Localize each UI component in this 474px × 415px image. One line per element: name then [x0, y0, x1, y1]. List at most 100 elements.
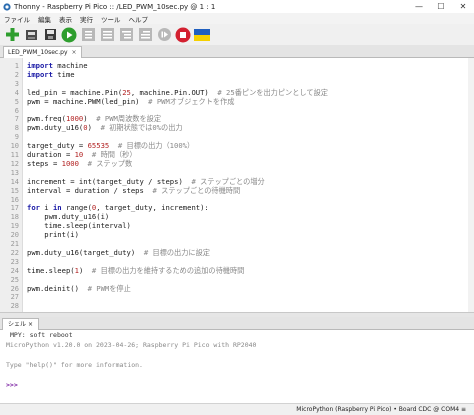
line-number: 5	[14, 97, 19, 106]
code-text: , machine.Pin.OUT)	[130, 87, 218, 97]
code-text: led_pin = machine.Pin(	[27, 87, 123, 97]
code-line[interactable]: pwm = machine.PWM(led_pin) # PWMオブジェクトを作…	[27, 96, 235, 107]
step-out-button[interactable]	[137, 27, 153, 43]
shell-output-line	[0, 350, 474, 360]
step-into-button[interactable]	[118, 27, 134, 43]
code-comment: # PWMオブジェクトを作成	[148, 96, 235, 106]
ukraine-flag-icon	[194, 28, 210, 41]
shell-console[interactable]: MPY: soft reboot MicroPython v1.20.0 on 2…	[0, 330, 474, 403]
support-ukraine-button[interactable]	[194, 27, 210, 43]
line-number: 11	[10, 151, 19, 159]
code-comment: # PWM周波数を設定	[96, 114, 162, 124]
menu-view[interactable]: 表示	[55, 14, 76, 24]
menu-run[interactable]: 実行	[76, 14, 97, 24]
code-text: i	[39, 203, 53, 213]
code-line[interactable]: steps = 1000 # ステップ数	[27, 158, 132, 169]
code-text: time.sleep(interval)	[27, 221, 131, 231]
code-text: pwm.duty_u16(	[27, 123, 84, 133]
save-file-button[interactable]	[42, 27, 58, 43]
run-button[interactable]	[61, 27, 77, 43]
status-bar: MicroPython (Raspberry Pi Pico) • Board …	[0, 403, 474, 415]
code-line[interactable]: interval = duration / steps # ステップごとの待機時…	[27, 185, 240, 196]
line-number: 28	[10, 302, 19, 311]
step-over-button[interactable]	[99, 27, 115, 43]
editor-tab-led-pwm[interactable]: LED_PWM_10sec.py ×	[3, 46, 82, 58]
code-line[interactable]: time.sleep(1) # 目標の出力を維持するための追加の待機時間	[27, 265, 245, 276]
minimize-button[interactable]: —	[408, 0, 430, 13]
line-number: 18	[10, 213, 19, 222]
menu-help[interactable]: ヘルプ	[125, 14, 153, 24]
close-window-button[interactable]: ✕	[452, 0, 474, 13]
code-text: steps =	[27, 158, 62, 168]
line-number: 9	[14, 133, 19, 142]
maximize-button[interactable]: ☐	[430, 0, 452, 13]
toolbar	[0, 24, 474, 45]
menu-tools[interactable]: ツール	[97, 14, 125, 24]
code-comment: # 時間（秒）	[91, 150, 137, 159]
line-number: 8	[14, 124, 19, 133]
line-number-gutter: 1 2 3 4 5 6 7 8 9 10 11 12 13 14 15 16 17 18 19 20 21 22 23 24 2…	[0, 58, 23, 312]
code-number: 1000	[61, 158, 79, 168]
save-icon	[44, 29, 56, 40]
stop-button[interactable]	[175, 27, 191, 43]
open-folder-icon	[25, 30, 37, 40]
shell-output-line	[0, 370, 474, 380]
code-editor[interactable]: 1 2 3 4 5 6 7 8 9 10 11 12 13 14 15 16 17 18 19 20 21 22 23 24 2…	[0, 58, 474, 312]
code-text: time	[52, 69, 75, 79]
code-line[interactable]: pwm.duty_u16(target_duty) # 目標の出力に設定	[27, 247, 210, 258]
code-text: print(i)	[27, 230, 79, 240]
line-number: 22	[10, 248, 19, 257]
code-text: machine	[52, 61, 88, 70]
step-into-icon	[119, 28, 133, 41]
line-number: 17	[10, 204, 19, 213]
code-keyword: for	[27, 203, 40, 213]
debug-button[interactable]	[80, 27, 96, 43]
menu-file[interactable]: ファイル	[0, 14, 34, 24]
line-number: 1	[14, 62, 19, 70]
line-number: 3	[14, 79, 19, 88]
code-line[interactable]: import time	[27, 69, 75, 80]
code-number: 65535	[87, 141, 110, 151]
code-comment: # PWMを停止	[87, 283, 131, 293]
editor-scrollbar[interactable]	[468, 58, 474, 312]
resume-button[interactable]	[156, 27, 172, 43]
code-text: )	[83, 114, 97, 124]
code-comment: # 目標の出力に設定	[143, 247, 210, 257]
close-shell-tab-icon[interactable]: ×	[28, 321, 33, 328]
window-title: Thonny - Raspberry Pi Pico :: /LED_PWM_1…	[14, 2, 216, 11]
code-keyword: import	[27, 61, 53, 70]
code-line[interactable]: pwm.duty_u16(0) # 初期状態では0%の出力	[27, 123, 183, 133]
new-file-button[interactable]	[4, 27, 20, 43]
code-text: pwm = machine.PWM(led_pin)	[27, 96, 149, 106]
line-number: 21	[10, 240, 19, 248]
code-text: pwm.freq(	[27, 114, 66, 124]
title-bar: Thonny - Raspberry Pi Pico :: /LED_PWM_1…	[0, 0, 474, 13]
menu-edit[interactable]: 編集	[34, 14, 55, 24]
open-file-button[interactable]	[23, 27, 39, 43]
editor-tab-label: LED_PWM_10sec.py	[8, 49, 68, 56]
code-text: pwm.duty_u16(i)	[27, 212, 110, 222]
shell-tab[interactable]: シェル ×	[2, 318, 39, 330]
code-comment: # 目標の出力（100%）	[117, 141, 195, 151]
close-tab-icon[interactable]: ×	[72, 47, 77, 58]
code-line[interactable]: pwm.deinit() # PWMを停止	[27, 283, 131, 294]
interpreter-selector[interactable]: MicroPython (Raspberry Pi Pico) • Board …	[296, 406, 466, 413]
line-number: 23	[10, 257, 19, 266]
shell-tab-label: シェル	[8, 321, 27, 328]
code-comment: # 目標の出力を維持するための追加の待機時間	[91, 265, 245, 275]
code-text: )	[78, 265, 92, 275]
code-line[interactable]: print(i)	[27, 230, 79, 240]
line-number: 7	[14, 115, 19, 124]
shell-output-line: MicroPython v1.20.0 on 2023-04-26; Raspb…	[6, 341, 257, 349]
code-comment: # 初期状態では0%の出力	[100, 123, 183, 133]
code-comment: # 25番ピンを出力ピンとして設定	[217, 87, 328, 97]
shell-output-line: Type "help()" for more information.	[6, 361, 143, 369]
line-number: 10	[10, 142, 19, 151]
line-number: 20	[10, 231, 19, 240]
code-text: range(	[61, 203, 92, 213]
code-text: pwm.deinit()	[27, 283, 88, 293]
menu-bar: ファイル 編集 表示 実行 ツール ヘルプ	[0, 13, 474, 24]
code-text: interval = duration / steps	[27, 185, 153, 195]
